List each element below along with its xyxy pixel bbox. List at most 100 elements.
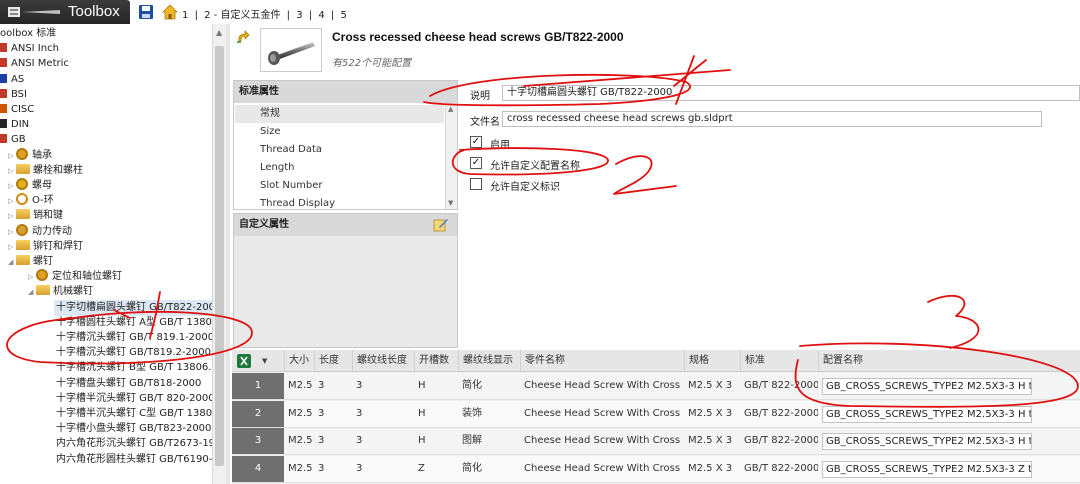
chevron-down-icon[interactable]: ▼ [262,350,267,372]
column-header[interactable]: 开槽数 [414,350,458,372]
tree-item[interactable]: ▷ O-环 [0,193,54,209]
expand-arrow-icon[interactable]: ▷ [8,178,16,194]
tree-item[interactable]: ▷ 动力传动 [0,223,72,240]
expand-arrow-icon[interactable]: ▷ [28,269,36,285]
tree-item[interactable]: 内六角花形圆柱头螺钉 GB/T6190-1 [0,452,212,468]
tree-item[interactable]: 十字槽小盘头螺钉 GB/T823-2000 [0,421,211,437]
tree-item[interactable]: 十字槽沉头螺钉 GB/T 819.1-2000 [0,330,212,346]
config-name-field[interactable]: GB_CROSS_SCREWS_TYPE2 M2.5X3-3 H type-C [822,405,1032,423]
expand-arrow-icon[interactable]: ▷ [8,208,16,224]
property-item[interactable]: 常规 [235,105,444,123]
tree-item[interactable]: 十字槽盘头螺钉 GB/T818-2000 [0,376,201,392]
table-cell-slots: H [418,380,426,391]
home-icon[interactable] [162,4,178,20]
toolbox-tab[interactable]: Toolbox [0,0,130,24]
column-header[interactable]: 长度 [314,350,352,372]
tree-item[interactable]: 十字槽沉头螺钉 B型 GB/T 13806.1- [0,360,212,376]
tree-item[interactable]: ◢ 机械螺钉 [0,284,93,300]
config-name-field[interactable]: GB_CROSS_SCREWS_TYPE2 M2.5X3-3 H type-S [822,433,1032,450]
table-cell-thread-len: 3 [356,380,363,391]
tree-item[interactable]: oolbox 标准 [0,26,56,42]
scroll-up-icon[interactable]: ▲ [448,105,453,113]
breadcrumb-5[interactable]: 5 [340,10,346,21]
properties-scrollbar[interactable]: ▲ ▼ [445,103,457,209]
property-item[interactable]: Thread Data [235,141,444,159]
tree-item-selected[interactable]: 十字切槽扁圆头螺钉 GB/T822-2000 [54,299,212,316]
breadcrumb-4[interactable]: 4 [318,10,324,21]
allow-custom-mark-checkbox[interactable] [470,178,482,190]
tree-item[interactable]: 十字槽半沉头螺钉 C型 GB/T 13806. [0,406,212,422]
breadcrumb-1[interactable]: 1 [182,10,188,21]
column-header[interactable]: 螺纹线显示 [458,350,520,372]
property-item[interactable]: Length [235,159,444,177]
row-number[interactable]: 2 [232,400,284,427]
tree-item[interactable]: ▷ 销和键 [0,208,63,224]
expand-arrow-icon[interactable]: ▷ [8,193,16,209]
column-header[interactable]: 配置名称 [818,350,1080,372]
tree-item[interactable]: AS [0,72,24,88]
expand-arrow-icon[interactable]: ▷ [8,163,16,179]
tree-item[interactable]: 十字槽半沉头螺钉 GB/T 820-2000 [0,391,212,407]
column-header[interactable]: 零件名称 [520,350,684,372]
pane-splitter[interactable] [226,24,230,484]
expand-arrow-icon[interactable]: ▷ [8,224,16,240]
expand-arrow-icon[interactable]: ▷ [8,239,16,255]
tree-item[interactable]: ANSI Inch [0,41,59,57]
standard-properties-title: 标准属性 [234,81,457,103]
breadcrumb-3[interactable]: 3 [296,10,302,21]
row-number[interactable]: 1 [232,373,284,399]
row-number[interactable]: 4 [232,455,284,482]
table-row[interactable]: 3 M2.5 3 3 H 图解 Cheese Head Screw With Cross R… [232,428,1080,455]
property-item[interactable]: Size [235,123,444,141]
table-row[interactable]: 1 M2.5 3 3 H 简化 Cheese Head Screw With Cross R… [232,373,1080,400]
tree-item[interactable]: DIN [0,117,29,133]
scroll-down-icon[interactable]: ▼ [448,199,453,207]
column-header[interactable]: 标准 [740,350,818,372]
table-row[interactable]: 4 M2.5 3 3 Z 简化 Cheese Head Screw With Cross R… [232,455,1080,483]
expand-arrow-icon[interactable]: ◢ [28,284,36,300]
refresh-icon[interactable] [236,30,250,44]
config-name-field[interactable]: GB_CROSS_SCREWS_TYPE2 M2.5X3-3 Z type-N [822,460,1032,478]
table-corner[interactable]: ▼ [232,350,284,372]
tree-item[interactable]: 内六角花形沉头螺钉 GB/T2673-198 [0,436,212,452]
tree-item[interactable]: ▷ 螺母 [0,178,52,194]
tree-item-label: GB [11,134,26,146]
expand-arrow-icon[interactable]: ◢ [8,254,16,270]
scroll-up-icon[interactable]: ▲ [216,28,222,37]
tree-item[interactable]: ▷ 螺栓和螺柱 [0,163,83,179]
tree-item[interactable]: ▷ 定位和轴位螺钉 [0,269,122,285]
tree-item[interactable]: 十字槽圆柱头螺钉 A型 GB/T 13806. [0,315,212,331]
property-item[interactable]: Slot Number [235,177,444,195]
tree-item[interactable]: CISC [0,102,34,118]
tree-item[interactable]: BSI [0,87,27,103]
enable-checkbox[interactable]: ✓ [470,136,482,148]
description-field[interactable]: 十字切槽扁圆头螺钉 GB/T822-2000 [502,85,1080,101]
tree-scrollbar[interactable]: ▲ [212,24,226,484]
standards-tree[interactable]: oolbox 标准 ANSI Inch ANSI Metric AS BSI CISC DI… [0,24,212,484]
property-item[interactable]: Thread Display [235,195,444,213]
allow-custom-config-name-checkbox[interactable]: ✓ [470,157,482,169]
excel-icon[interactable] [237,354,251,368]
toolbox-window: Toolbox 1 | 2 - 自定义五金件 | 3 | 4 | 5 oolbo… [0,0,1080,484]
tree-item[interactable]: ▷ 铆钉和焊钉 [0,239,83,255]
row-number[interactable]: 3 [232,428,284,454]
tree-scroll-thumb[interactable] [215,46,224,466]
filename-field[interactable]: cross recessed cheese head screws gb.sld… [502,111,1042,127]
tree-item[interactable]: ANSI Metric [0,56,69,72]
annotation-digit-2 [613,155,677,195]
config-name-field[interactable]: GB_CROSS_SCREWS_TYPE2 M2.5X3-3 H type-N [822,378,1032,395]
save-icon[interactable] [138,4,154,20]
expand-arrow-icon[interactable]: ▷ [8,148,16,164]
column-header[interactable]: 螺纹线长度 [352,350,414,372]
column-header[interactable]: 规格 [684,350,740,372]
edit-properties-icon[interactable] [433,217,449,233]
column-header[interactable]: 大小 [284,350,314,372]
tree-item[interactable]: ◢ 螺钉 [0,254,53,270]
tree-item[interactable]: ▷ 轴承 [0,147,52,164]
table-row[interactable]: 2 M2.5 3 3 H 装饰 Cheese Head Screw With Cross R… [232,400,1080,428]
tree-item[interactable]: GB [0,132,26,148]
breadcrumb-2[interactable]: 2 - 自定义五金件 [204,10,280,21]
tree-item[interactable]: 十字槽沉头螺钉 GB/T819.2-2000 [0,345,211,361]
custom-properties-panel: 自定义属性 [233,213,458,348]
tree-item-label: 内六角花形圆柱头螺钉 GB/T6190-1 [56,453,212,465]
